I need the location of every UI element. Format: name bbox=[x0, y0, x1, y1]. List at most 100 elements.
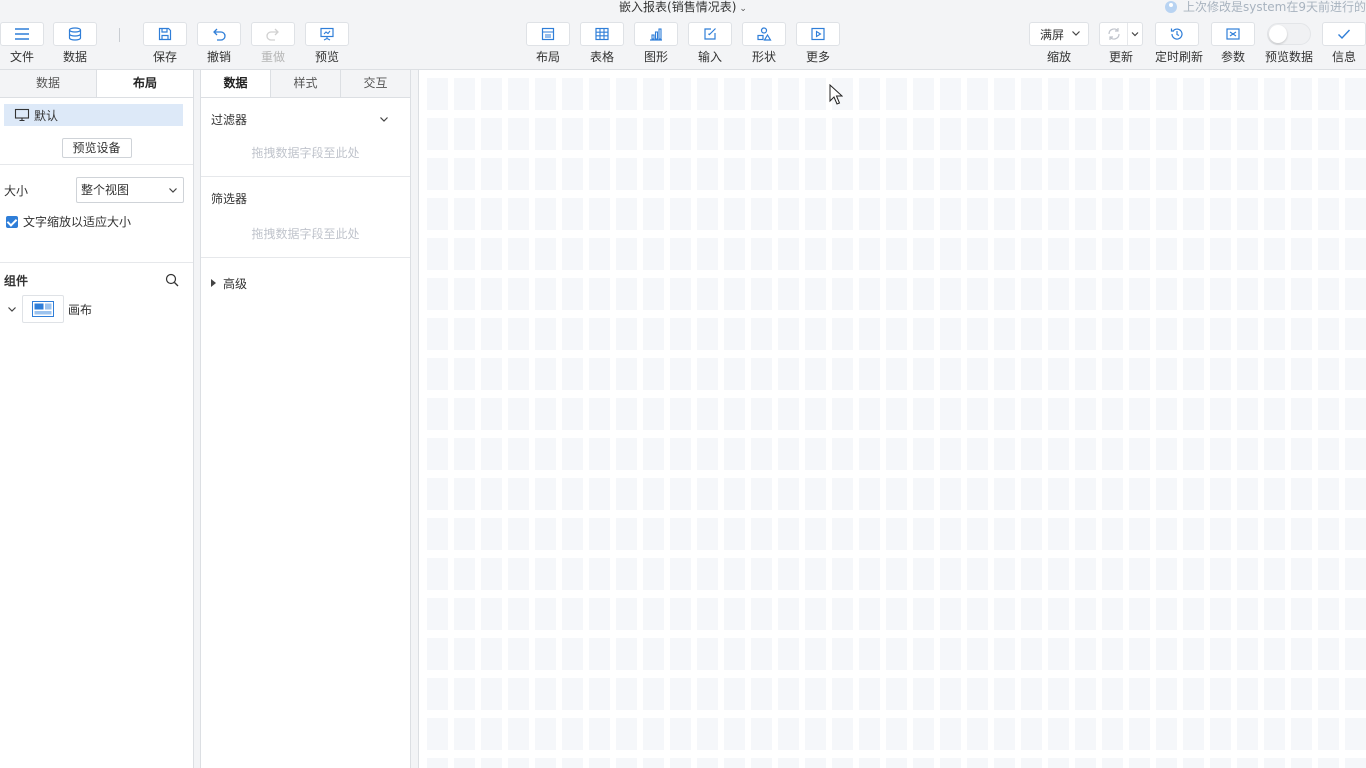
update-main[interactable] bbox=[1100, 23, 1128, 45]
tab-layout[interactable]: 布局 bbox=[97, 70, 193, 97]
database-icon bbox=[68, 27, 82, 41]
divider bbox=[0, 262, 193, 263]
monitor-icon bbox=[14, 108, 30, 122]
selector-section-header[interactable]: 筛选器 bbox=[201, 185, 410, 211]
tab-style[interactable]: 样式 bbox=[271, 70, 341, 97]
last-modified-info: 上次修改是system在9天前进行的 bbox=[1164, 0, 1366, 14]
zoom-value: 满屏 bbox=[1040, 27, 1065, 42]
chevron-down-icon[interactable] bbox=[6, 303, 18, 315]
layout-icon bbox=[541, 27, 555, 41]
device-default[interactable]: 默认 bbox=[4, 104, 183, 126]
table-icon bbox=[595, 27, 609, 41]
filter-drop-zone[interactable]: 拖拽数据字段至此处 bbox=[201, 138, 410, 168]
file-button[interactable]: 文件 bbox=[0, 22, 44, 65]
more-label: 更多 bbox=[805, 50, 830, 64]
divider bbox=[0, 164, 193, 165]
timed-refresh-label: 定时刷新 bbox=[1155, 50, 1204, 64]
save-label: 保存 bbox=[152, 50, 177, 64]
redo-button[interactable]: 重做 bbox=[251, 22, 295, 65]
design-canvas[interactable] bbox=[418, 70, 1366, 768]
report-title-text: 嵌入报表(销售情况表) bbox=[619, 0, 737, 14]
toggle-knob bbox=[1269, 25, 1287, 43]
size-label: 大小 bbox=[4, 183, 29, 198]
input-button[interactable]: 输入 bbox=[688, 22, 732, 65]
preview-label: 预览 bbox=[314, 50, 339, 64]
timed-refresh-button[interactable]: 定时刷新 bbox=[1155, 22, 1204, 65]
preview-data-label: 预览数据 bbox=[1265, 50, 1314, 64]
shape-label: 形状 bbox=[751, 50, 776, 64]
update-dropdown[interactable] bbox=[1128, 23, 1142, 45]
chevron-down-icon bbox=[169, 188, 177, 193]
fit-text-checkbox[interactable] bbox=[6, 215, 18, 228]
selector-drop-zone[interactable]: 拖拽数据字段至此处 bbox=[201, 219, 410, 249]
tab-data[interactable]: 数据 bbox=[201, 70, 271, 97]
layout-label: 布局 bbox=[535, 50, 560, 64]
bar-chart-icon bbox=[650, 28, 662, 41]
params-button[interactable]: 参数 bbox=[1211, 22, 1255, 65]
redo-icon bbox=[266, 28, 279, 41]
filter-section-header[interactable]: 过滤器 bbox=[201, 106, 410, 132]
presentation-icon bbox=[320, 27, 334, 41]
canvas-item-label: 画布 bbox=[68, 302, 93, 317]
layout-button[interactable]: 布局 bbox=[526, 22, 570, 65]
undo-button[interactable]: 撤销 bbox=[197, 22, 241, 65]
redo-label: 重做 bbox=[260, 50, 285, 64]
report-title[interactable]: 嵌入报表(销售情况表) ⌄ bbox=[0, 0, 1366, 14]
properties-panel: 数据 样式 交互 过滤器 拖拽数据字段至此处 筛选器 拖拽数据字段至此处 高级 bbox=[200, 70, 411, 768]
advanced-title: 高级 bbox=[223, 276, 248, 291]
filter-title: 过滤器 bbox=[211, 112, 248, 127]
data-button[interactable]: 数据 bbox=[53, 22, 97, 65]
tree-item-canvas[interactable]: 画布 bbox=[0, 295, 193, 323]
components-header: 组件 bbox=[0, 265, 193, 295]
mouse-pointer-icon bbox=[829, 84, 843, 105]
preview-button[interactable]: 预览 bbox=[305, 22, 349, 65]
info-label: 信息 bbox=[1331, 50, 1356, 64]
fit-text-label: 文字缩放以适应大小 bbox=[23, 215, 132, 229]
input-label: 输入 bbox=[697, 50, 722, 64]
divider bbox=[201, 176, 410, 177]
canvas-grid bbox=[427, 78, 1366, 768]
size-value: 整个视图 bbox=[81, 183, 130, 197]
toolbar: 文件 数据 保存 撤销 重做 预览 布局 表格 图形 输入 形状 更多 满屏 缩… bbox=[0, 14, 1366, 70]
shapes-icon bbox=[757, 27, 772, 41]
toolbar-divider bbox=[119, 28, 120, 42]
toggle-switch[interactable] bbox=[1267, 23, 1311, 45]
table-button[interactable]: 表格 bbox=[580, 22, 624, 65]
divider bbox=[201, 257, 410, 258]
preview-data-toggle[interactable]: 预览数据 bbox=[1265, 22, 1313, 65]
info-button[interactable]: 信息 bbox=[1322, 22, 1366, 65]
size-row: 大小 整个视图 bbox=[0, 177, 193, 203]
size-select[interactable]: 整个视图 bbox=[76, 177, 184, 203]
tab-data[interactable]: 数据 bbox=[0, 70, 97, 97]
zoom-select[interactable]: 满屏 bbox=[1029, 22, 1089, 46]
params-label: 参数 bbox=[1220, 50, 1245, 64]
parameter-icon bbox=[1226, 28, 1240, 40]
canvas-thumbnail-icon bbox=[22, 295, 64, 323]
chevron-down-icon bbox=[380, 117, 388, 122]
more-button[interactable]: 更多 bbox=[796, 22, 840, 65]
undo-label: 撤销 bbox=[206, 50, 231, 64]
preview-device-button[interactable]: 预览设备 bbox=[61, 138, 132, 158]
components-title: 组件 bbox=[4, 273, 29, 288]
graph-button[interactable]: 图形 bbox=[634, 22, 678, 65]
data-label: 数据 bbox=[62, 50, 87, 64]
tab-interaction[interactable]: 交互 bbox=[341, 70, 410, 97]
play-box-icon bbox=[811, 27, 825, 41]
chevron-down-icon bbox=[1131, 32, 1139, 37]
chevron-down-icon bbox=[1072, 31, 1080, 36]
search-icon[interactable] bbox=[165, 273, 179, 287]
user-icon bbox=[1164, 1, 1177, 13]
caret-right-icon bbox=[211, 279, 216, 287]
save-button[interactable]: 保存 bbox=[143, 22, 187, 65]
device-label: 默认 bbox=[34, 108, 59, 123]
fit-text-option[interactable]: 文字缩放以适应大小 bbox=[0, 213, 193, 230]
clock-history-icon bbox=[1170, 28, 1183, 40]
graph-label: 图形 bbox=[643, 50, 668, 64]
update-button[interactable] bbox=[1099, 22, 1143, 46]
table-label: 表格 bbox=[589, 50, 614, 64]
shape-button[interactable]: 形状 bbox=[742, 22, 786, 65]
save-icon bbox=[158, 27, 172, 41]
left-tabs: 数据 布局 bbox=[0, 70, 193, 98]
update-label: 更新 bbox=[1108, 50, 1133, 64]
advanced-section-header[interactable]: 高级 bbox=[201, 270, 410, 296]
